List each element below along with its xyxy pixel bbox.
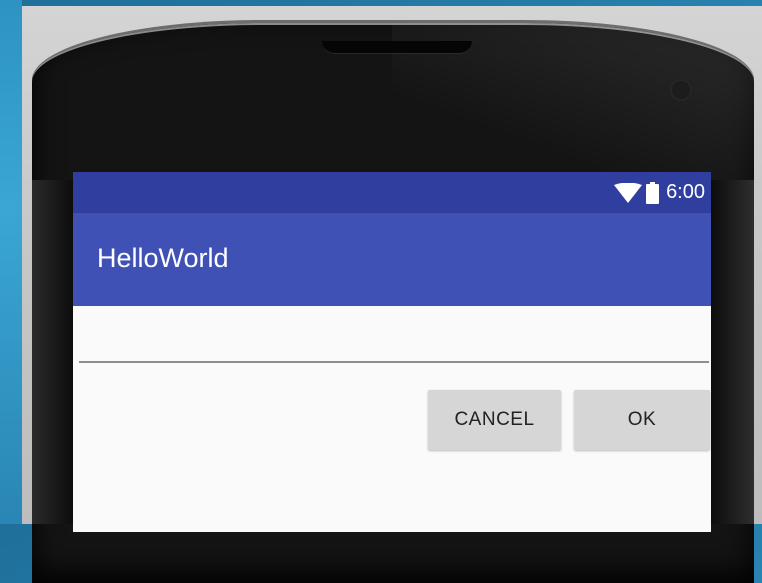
status-time: 6:00: [666, 181, 705, 203]
ok-button[interactable]: OK: [574, 390, 710, 450]
battery-icon: [646, 181, 660, 204]
bezel-left: [32, 180, 73, 524]
app-title: HelloWorld: [97, 243, 229, 273]
wifi-icon: [614, 182, 643, 203]
slide-accent-strip: [0, 0, 22, 524]
status-icons: 6:00: [614, 172, 705, 213]
text-input-underline[interactable]: [79, 361, 709, 363]
bezel-right: [711, 180, 754, 524]
cancel-button[interactable]: CANCEL: [428, 390, 561, 450]
app-toolbar: HelloWorld: [73, 213, 711, 306]
earpiece-speaker: [322, 41, 472, 54]
front-camera: [672, 81, 690, 99]
status-bar: 6:00: [73, 172, 711, 213]
dialog-content: CANCEL OK: [73, 306, 711, 532]
phone-screen: 6:00 HelloWorld CANCEL OK: [73, 172, 711, 532]
